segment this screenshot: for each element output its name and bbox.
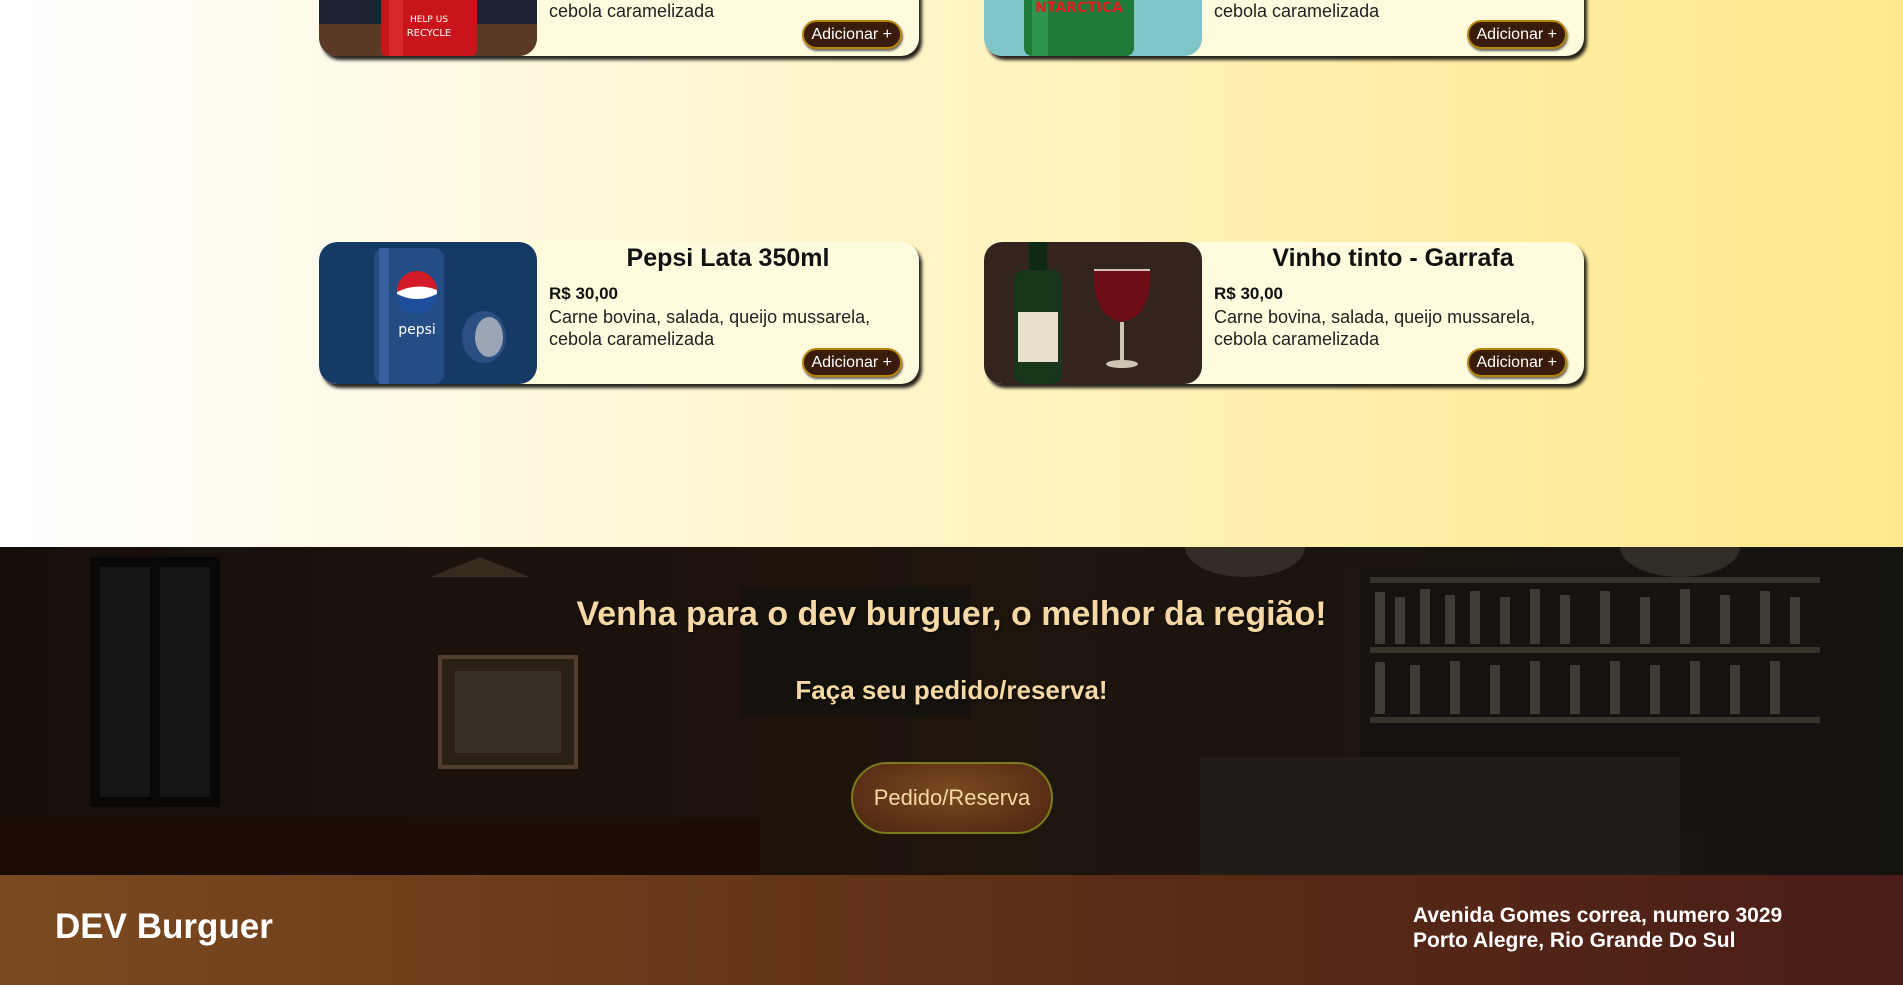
product-description: Carne bovina, salada, queijo mussarela, … bbox=[549, 307, 871, 349]
product-image-guarana: NTARCTICA bbox=[984, 0, 1202, 56]
footer-brand: DEV Burguer bbox=[55, 907, 273, 946]
add-to-cart-button[interactable]: Adicionar + bbox=[1466, 20, 1567, 49]
product-card-pepsi: pepsi Pepsi Lata 350ml R$ 30,00 Carne bo… bbox=[319, 242, 919, 384]
footer-address: Avenida Gomes correa, numero 3029 Porto … bbox=[1413, 903, 1782, 953]
svg-text:pepsi: pepsi bbox=[398, 322, 436, 338]
product-card-vinho: Vinho tinto - Garrafa R$ 30,00 Carne bov… bbox=[984, 242, 1584, 384]
product-image-coca-cola: HELP US RECYCLE bbox=[319, 0, 537, 56]
product-description: cebola caramelizada bbox=[1214, 1, 1380, 21]
product-title: Vinho tinto - Garrafa bbox=[1272, 244, 1514, 272]
svg-text:HELP US: HELP US bbox=[410, 15, 448, 25]
product-description: Carne bovina, salada, queijo mussarela, … bbox=[1214, 307, 1536, 349]
add-to-cart-button[interactable]: Adicionar + bbox=[1466, 348, 1567, 377]
svg-text:RECYCLE: RECYCLE bbox=[407, 28, 452, 39]
add-to-cart-button[interactable]: Adicionar + bbox=[801, 20, 902, 49]
product-image-pepsi: pepsi bbox=[319, 242, 537, 384]
product-price: R$ 30,00 bbox=[1214, 284, 1283, 303]
product-image-vinho bbox=[984, 242, 1202, 384]
product-title: Pepsi Lata 350ml bbox=[626, 244, 830, 272]
product-card-guarana: NTARCTICA cebola caramelizada Adicionar … bbox=[984, 0, 1584, 56]
footer: DEV Burguer Avenida Gomes correa, numero… bbox=[0, 875, 1903, 985]
address-line-1: Avenida Gomes correa, numero 3029 bbox=[1413, 904, 1783, 927]
product-price: R$ 30,00 bbox=[549, 284, 618, 303]
svg-text:NTARCTICA: NTARCTICA bbox=[1035, 0, 1123, 16]
add-to-cart-button[interactable]: Adicionar + bbox=[801, 348, 902, 377]
product-card-coca-cola: HELP US RECYCLE cebola caramelizada Adic… bbox=[319, 0, 919, 56]
cta-subtitle: Faça seu pedido/reserva! bbox=[795, 675, 1108, 705]
cta-section: Venha para o dev burguer, o melhor da re… bbox=[0, 547, 1903, 875]
product-description: cebola caramelizada bbox=[549, 1, 715, 21]
cta-title: Venha para o dev burguer, o melhor da re… bbox=[576, 595, 1327, 633]
address-line-2: Porto Alegre, Rio Grande Do Sul bbox=[1413, 929, 1736, 952]
menu-section: HELP US RECYCLE cebola caramelizada Adic… bbox=[0, 0, 1903, 547]
order-reservation-button[interactable]: Pedido/Reserva bbox=[851, 762, 1053, 834]
